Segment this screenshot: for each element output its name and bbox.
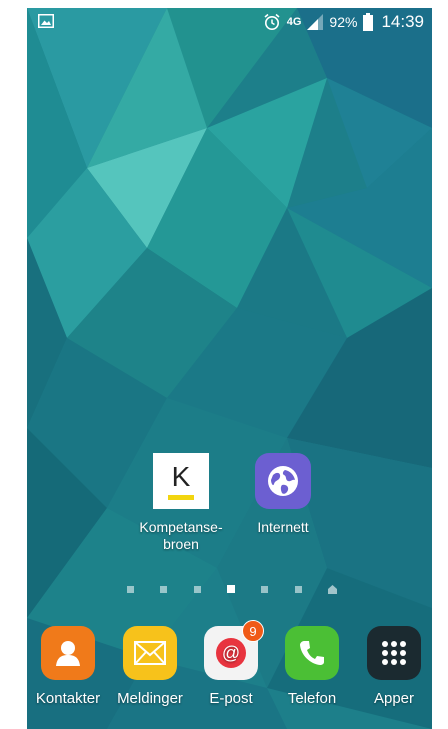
dock-label-kontakter: Kontakter	[35, 690, 101, 707]
app-label-kompetansebroen: Kompetanse- broen	[139, 519, 223, 552]
status-bar: 4G 92% 14:39	[27, 8, 432, 36]
page-dot[interactable]	[160, 585, 168, 593]
app-kompetansebroen[interactable]: K Kompetanse- broen	[136, 453, 226, 553]
contacts-icon	[41, 626, 95, 680]
dock-label-e-post: E-post	[209, 690, 253, 707]
dock-app-telefon[interactable]: Telefon	[271, 626, 353, 707]
battery-percentage: 92%	[329, 14, 358, 30]
dock-label-apper: Apper	[373, 690, 415, 707]
network-type-label: 4G	[286, 16, 302, 28]
dock-app-apper[interactable]: Apper	[353, 626, 432, 707]
signal-strength-icon	[307, 14, 324, 30]
dock-app-e-post[interactable]: @ 9 E-post	[190, 620, 272, 707]
alarm-clock-icon	[264, 13, 280, 30]
wallpaper	[27, 8, 432, 729]
battery-icon	[363, 13, 374, 31]
apps-grid-icon	[367, 626, 421, 680]
status-clock: 14:39	[381, 12, 424, 31]
dock-label-meldinger: Meldinger	[117, 690, 183, 707]
page-dot[interactable]	[193, 585, 201, 593]
image-notification-icon	[38, 14, 54, 28]
email-at-icon: @ 9	[204, 620, 264, 680]
home-page-icon[interactable]	[327, 584, 337, 594]
app-label-internett: Internett	[257, 519, 309, 535]
dock: Kontakter Meldinger @ 9 E-post Telefon A…	[27, 620, 432, 726]
page-dot[interactable]	[261, 585, 269, 593]
kompetansebroen-logo-letter: K	[171, 460, 191, 492]
unread-count-badge: 9	[242, 620, 264, 642]
page-indicator[interactable]	[127, 584, 337, 594]
page-dot-active[interactable]	[226, 585, 235, 593]
page-dot[interactable]	[294, 585, 302, 593]
messages-envelope-icon	[123, 626, 177, 680]
dock-label-telefon: Telefon	[287, 690, 337, 707]
page-dot[interactable]	[127, 585, 134, 593]
internet-globe-icon	[255, 453, 311, 509]
phone-handset-icon	[285, 626, 339, 680]
home-screen: 4G 92% 14:39 K Kompetanse- broen Interne…	[27, 8, 432, 729]
dock-app-kontakter[interactable]: Kontakter	[27, 626, 109, 707]
app-internett[interactable]: Internett	[238, 453, 328, 536]
kompetansebroen-icon: K	[153, 453, 209, 509]
svg-text:@: @	[222, 643, 240, 663]
dock-app-meldinger[interactable]: Meldinger	[109, 626, 191, 707]
